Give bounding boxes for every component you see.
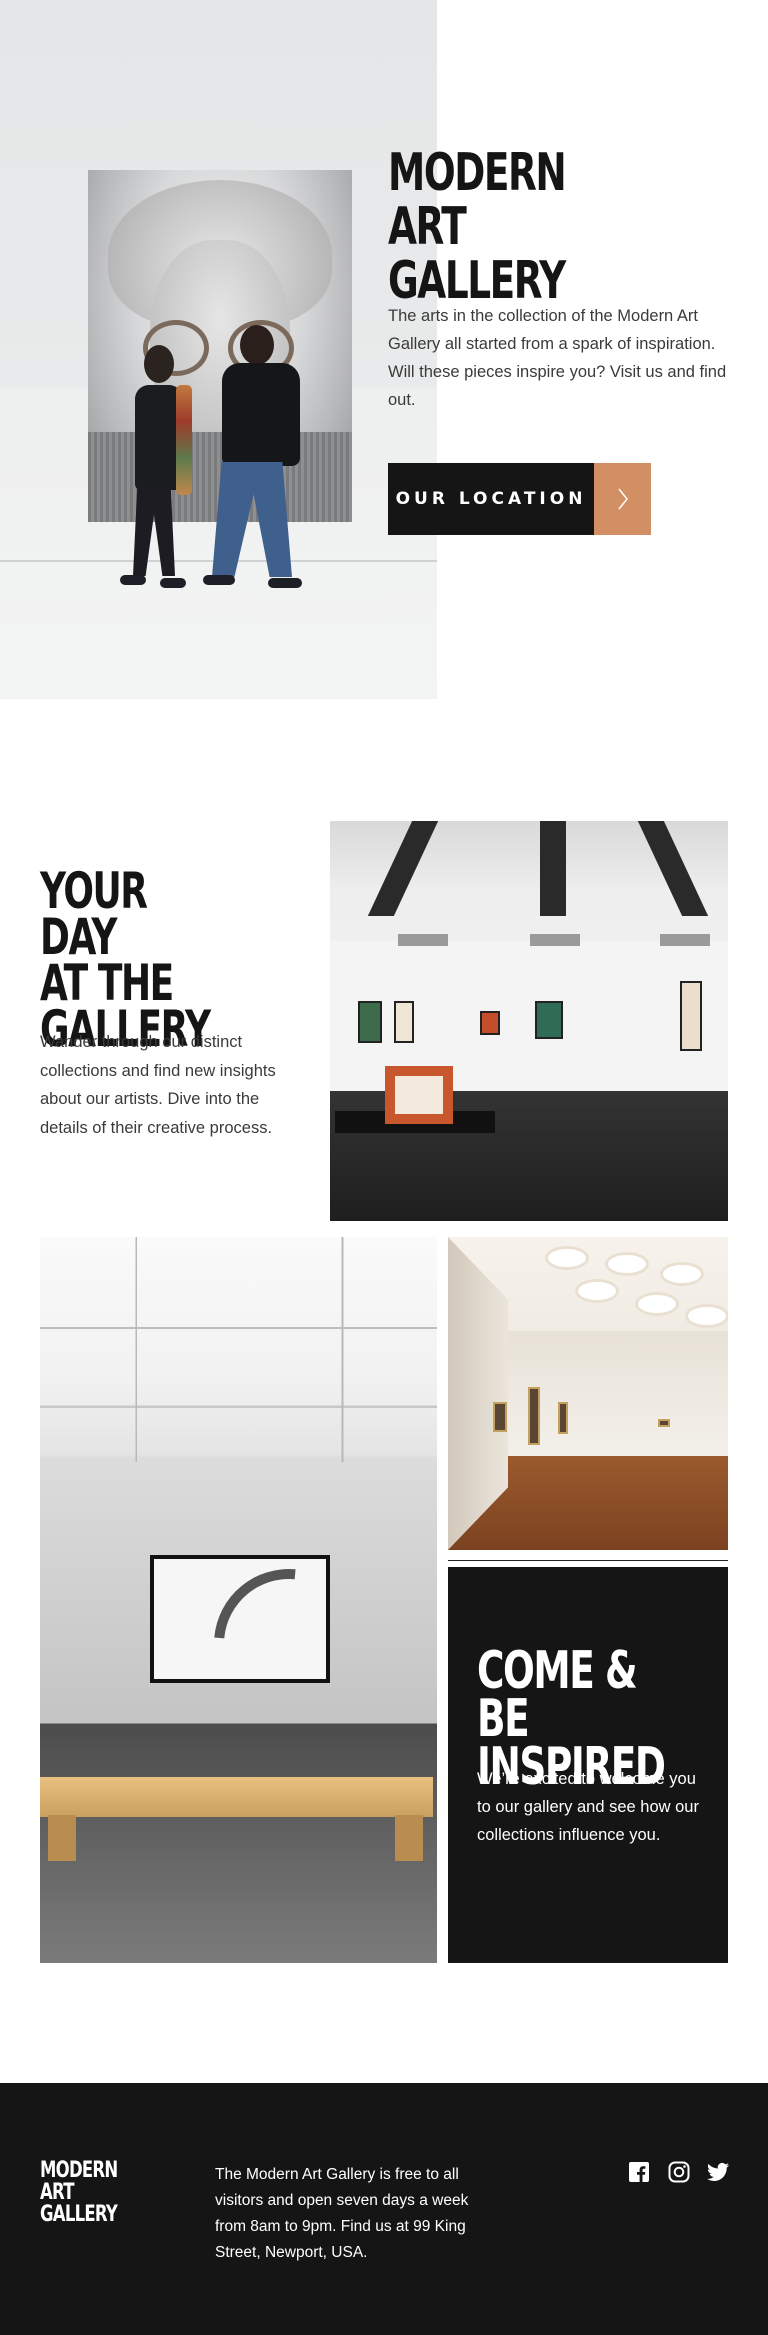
gallery-room-image — [330, 821, 728, 1221]
our-location-button[interactable]: OUR LOCATION — [388, 463, 594, 535]
chevron-right-icon — [617, 488, 628, 510]
footer-logo[interactable]: MODERN ART GALLERY — [40, 2160, 153, 2226]
instagram-link[interactable] — [667, 2160, 691, 2184]
bench-gallery-image — [40, 1237, 437, 1963]
our-location-arrow-button[interactable] — [594, 463, 651, 535]
inspire-description: We’re excited to welcome you to our gall… — [477, 1770, 699, 1844]
hero-title: MODERN ART GALLERY — [388, 143, 567, 311]
footer-info: The Modern Art Gallery is free to all vi… — [215, 2166, 469, 2261]
twitter-icon — [707, 2162, 729, 2181]
hallway-gallery-image — [448, 1237, 728, 1550]
instagram-icon — [668, 2161, 690, 2183]
facebook-icon — [629, 2162, 649, 2182]
hero-description: The arts in the collection of the Modern… — [388, 307, 727, 409]
divider — [448, 1560, 728, 1561]
our-location-label: OUR LOCATION — [395, 489, 587, 509]
twitter-link[interactable] — [706, 2160, 730, 2184]
day-section-title: YOUR DAY AT THE GALLERY — [40, 862, 211, 1058]
day-section-description: Wander through our distinct collections … — [40, 1033, 276, 1137]
hero-image — [0, 0, 437, 699]
portrait-painting — [88, 170, 352, 522]
facebook-link[interactable] — [627, 2160, 651, 2184]
